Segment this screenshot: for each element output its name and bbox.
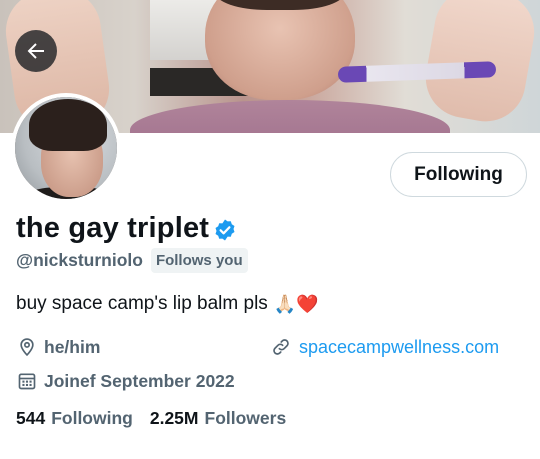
name-row: the gay triplet xyxy=(16,212,237,245)
following-button[interactable]: Following xyxy=(390,152,527,197)
bio-text: buy space camp's lip balm pls xyxy=(16,293,268,314)
pronouns-item: he/him xyxy=(16,336,100,358)
bio-emojis: 🙏🏻❤️ xyxy=(273,293,319,315)
following-count: 544 xyxy=(16,408,46,428)
follow-stats: 544 Following 2.25M Followers xyxy=(16,408,286,429)
banner-face xyxy=(205,0,355,100)
following-stat[interactable]: 544 Following xyxy=(16,408,133,429)
followers-stat[interactable]: 2.25M Followers xyxy=(150,408,286,429)
following-label: Following xyxy=(51,408,133,428)
joined-item: Joinef September 2022 xyxy=(16,370,235,392)
verified-badge-icon[interactable] xyxy=(213,218,237,242)
handle-row: @nickst​urniolo Follows you xyxy=(16,248,248,273)
website-link[interactable]: spacecampwellness.com xyxy=(299,337,499,358)
pronouns-text: he/him xyxy=(44,336,101,357)
bio: buy space camp's lip balm pls 🙏🏻❤️ xyxy=(16,293,319,315)
user-handle: @nickst​urniolo xyxy=(16,250,143,270)
location-pin-icon xyxy=(16,336,38,358)
follows-you-badge: Follows you xyxy=(150,248,248,273)
joined-text: Joinef September 2022 xyxy=(44,370,235,391)
back-button[interactable] xyxy=(15,30,57,72)
followers-count: 2.25M xyxy=(149,408,199,428)
link-icon xyxy=(270,336,292,358)
back-arrow-icon xyxy=(27,43,44,59)
website-item[interactable]: spacecampwellness.com xyxy=(270,336,499,358)
banner-shirt xyxy=(130,100,450,133)
followers-label: Followers xyxy=(204,408,287,428)
calendar-icon xyxy=(16,370,38,392)
profile-avatar[interactable] xyxy=(11,93,121,203)
display-name: the gay triplet xyxy=(16,212,210,244)
